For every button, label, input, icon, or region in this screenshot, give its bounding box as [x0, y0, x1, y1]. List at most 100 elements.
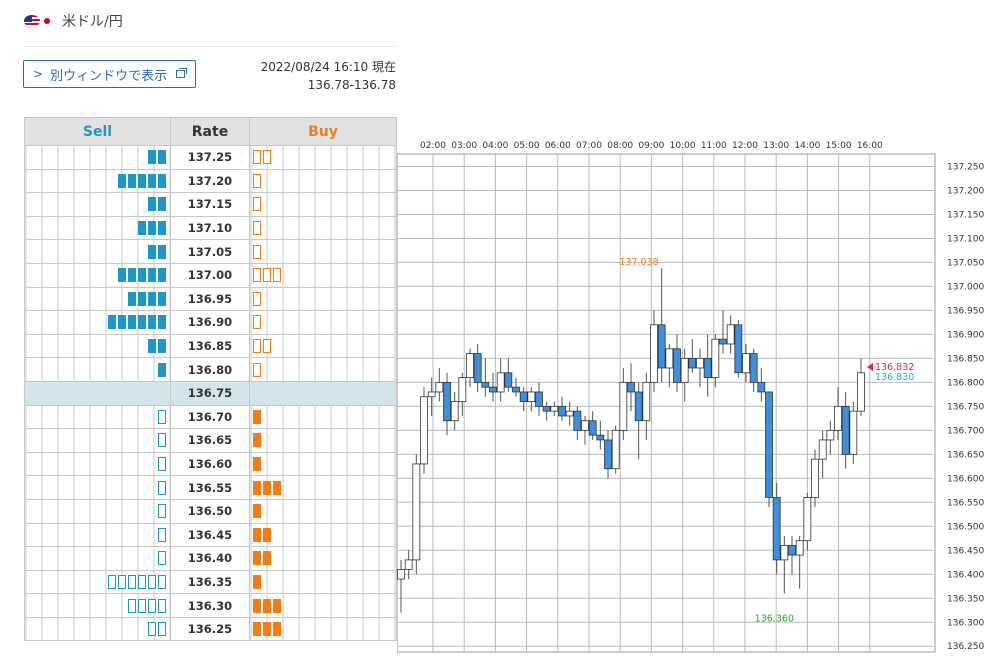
buy-order-block [253, 315, 261, 330]
candle-body [680, 357, 689, 383]
buy-order-block [253, 150, 261, 165]
candle-body [734, 324, 743, 374]
candle-body [458, 377, 467, 402]
y-tick-label: 137.250 [947, 162, 984, 172]
y-tick-label: 137.200 [947, 186, 984, 196]
x-tick-label: 14:00 [794, 141, 820, 151]
y-tick-label: 136.300 [947, 618, 984, 628]
sell-volume [24, 262, 171, 288]
sell-order-block [138, 315, 146, 330]
buy-volume [249, 616, 397, 642]
book-row: 137.15 [24, 192, 397, 217]
rate-value: 136.55 [170, 475, 250, 500]
buy-order-block [263, 268, 271, 283]
candle-body [542, 405, 551, 412]
sell-order-block [148, 221, 156, 236]
candle-body [834, 405, 842, 431]
buy-volume [249, 333, 397, 359]
candle-body [496, 372, 505, 393]
sell-volume [24, 145, 171, 170]
buy-volume [249, 404, 397, 430]
buy-order-block [253, 527, 261, 542]
y-tick-label: 136.450 [947, 546, 984, 556]
candle-body [849, 410, 858, 455]
candle-body [404, 559, 413, 570]
sell-order-block [138, 221, 146, 236]
candle-body [427, 391, 436, 398]
buy-order-block [253, 339, 261, 354]
rate-value: 136.75 [170, 380, 250, 406]
chevron-right-icon: > [33, 67, 44, 81]
candle-body [443, 381, 451, 422]
rate-value: 136.85 [170, 333, 250, 359]
buy-volume [249, 593, 397, 618]
sell-order-block [108, 315, 116, 330]
buy-volume [249, 262, 397, 288]
sell-volume [24, 215, 171, 241]
sell-volume [24, 593, 171, 618]
rate-value: 136.90 [170, 310, 250, 335]
candle-body [581, 420, 589, 431]
buy-volume [249, 380, 397, 406]
sell-order-block [128, 598, 136, 613]
x-tick-label: 11:00 [701, 141, 727, 151]
buy-header: Buy [249, 117, 397, 146]
open-new-window-label: 別ウィンドウで表示 [50, 68, 168, 84]
candle-body [420, 396, 428, 465]
x-tick-label: 08:00 [607, 141, 633, 151]
buy-order-block [253, 221, 261, 236]
buy-order-block [253, 574, 261, 589]
buy-order-block [273, 268, 281, 283]
y-tick-label: 136.400 [947, 570, 984, 580]
candle-body [765, 391, 773, 498]
buy-order-block [263, 480, 271, 495]
sell-order-block [148, 339, 156, 354]
sell-volume [24, 475, 171, 500]
x-tick-label: 13:00 [763, 141, 789, 151]
jp-flag-icon [44, 18, 50, 24]
candlestick-chart: 02:00 03:00 04:00 05:00 06:00 07:00 08:00 09:00… [397, 141, 984, 653]
book-row: 137.10 [24, 215, 397, 241]
rate-value: 136.70 [170, 404, 250, 430]
book-row: 136.95 [24, 286, 397, 312]
buy-order-block [253, 244, 261, 259]
buy-volume [249, 546, 397, 571]
sell-volume [24, 310, 171, 335]
x-tick-label: 09:00 [638, 141, 664, 151]
sell-order-block [128, 315, 136, 330]
rate-value: 137.15 [170, 192, 250, 217]
candle-body [466, 353, 474, 378]
sell-order-block [148, 315, 156, 330]
pair-header: 米ドル/円 [24, 10, 123, 32]
sell-volume [24, 546, 171, 571]
y-tick-label: 136.750 [947, 402, 984, 412]
sell-order-block [158, 150, 166, 165]
x-tick-label: 03:00 [451, 141, 477, 151]
candle-body [596, 434, 605, 441]
sell-order-block [148, 598, 156, 613]
buy-volume [249, 475, 397, 500]
buy-order-block [263, 527, 271, 542]
sell-order-block [158, 622, 166, 637]
sell-order-block [148, 268, 156, 283]
x-tick-label: 15:00 [826, 141, 852, 151]
candle-body [665, 348, 674, 369]
candle-body [481, 381, 490, 388]
buy-order-block [273, 598, 281, 613]
rate-value: 137.10 [170, 215, 250, 241]
sell-volume [24, 357, 171, 382]
candle-body [826, 429, 835, 441]
sell-order-block [158, 339, 166, 354]
candle-body [657, 324, 666, 369]
sell-order-block [138, 598, 146, 613]
candle-body [703, 357, 712, 378]
sell-order-block [158, 221, 166, 236]
sell-order-block [148, 291, 156, 306]
open-new-window-button[interactable]: > 別ウィンドウで表示 [23, 60, 196, 88]
book-row: 136.25 [24, 616, 397, 642]
candle-body [565, 410, 574, 417]
header-divider [24, 46, 396, 47]
candle-body [435, 381, 444, 393]
sell-order-block [138, 574, 146, 589]
sell-volume [24, 451, 171, 477]
